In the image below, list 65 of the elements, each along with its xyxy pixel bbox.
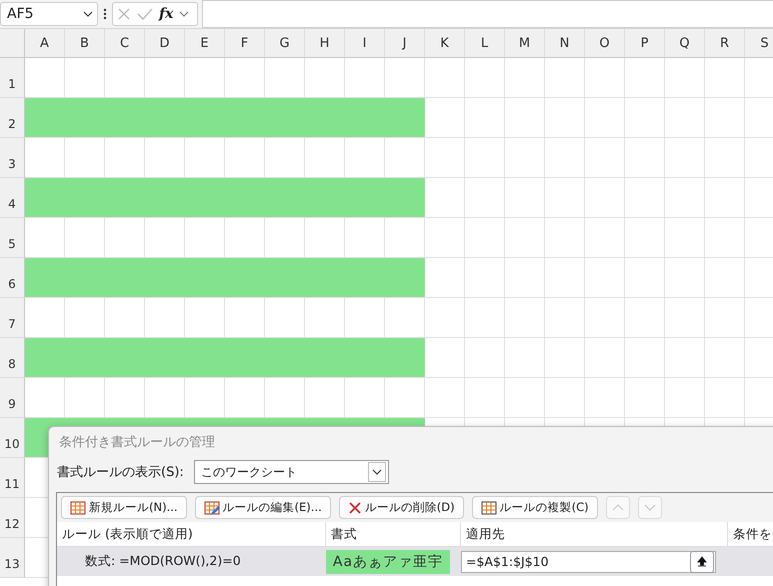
- column-header[interactable]: H: [305, 29, 345, 58]
- more-icon[interactable]: [102, 7, 108, 21]
- column-header[interactable]: Q: [665, 29, 705, 58]
- row-header[interactable]: 2: [0, 98, 25, 138]
- chevron-up-icon: [612, 504, 624, 511]
- column-header[interactable]: B: [65, 29, 105, 58]
- duplicate-rule-button[interactable]: ルールの複製(C): [472, 496, 598, 519]
- column-header[interactable]: F: [225, 29, 265, 58]
- row-header[interactable]: 7: [0, 298, 25, 338]
- row-header[interactable]: 8: [0, 338, 25, 378]
- applies-to-field[interactable]: =$A$1:$J$10: [461, 550, 716, 572]
- column-header[interactable]: C: [105, 29, 145, 58]
- column-header: 適用先: [461, 522, 728, 546]
- cancel-icon[interactable]: [117, 7, 131, 21]
- format-preview: Aaあぁアァ亜宇: [326, 550, 450, 574]
- select-all-corner[interactable]: [0, 29, 25, 58]
- collapse-button[interactable]: [690, 550, 714, 572]
- chevron-down-icon: [372, 469, 382, 475]
- column-header[interactable]: E: [185, 29, 225, 58]
- new-rule-button[interactable]: 新規ルール(N)...: [61, 496, 187, 519]
- row-header[interactable]: 6: [0, 258, 25, 298]
- table-icon: [70, 500, 86, 516]
- delete-rule-button[interactable]: ルールの削除(D): [338, 496, 464, 519]
- column-header[interactable]: P: [625, 29, 665, 58]
- column-header[interactable]: R: [705, 29, 745, 58]
- column-header[interactable]: J: [385, 29, 425, 58]
- table-icon: [480, 500, 497, 516]
- row-header[interactable]: 1: [0, 58, 25, 98]
- edit-rule-button[interactable]: ルールの編集(E)...: [194, 496, 331, 519]
- table-pencil-icon: [204, 500, 220, 516]
- column-header[interactable]: N: [545, 29, 585, 58]
- rule-row[interactable]: 数式: =MOD(ROW(),2)=0 Aaあぁアァ亜宇 =$A$1:$J$10: [57, 547, 773, 576]
- row-header[interactable]: 11: [0, 458, 25, 498]
- close-icon: [348, 500, 362, 514]
- name-box[interactable]: AF5: [0, 2, 98, 26]
- column-header[interactable]: G: [265, 29, 305, 58]
- column-header[interactable]: M: [505, 29, 545, 58]
- scope-dropdown[interactable]: このワークシート: [194, 460, 389, 484]
- row-header[interactable]: 10: [0, 418, 25, 458]
- column-header[interactable]: O: [585, 29, 625, 58]
- column-header[interactable]: D: [145, 29, 185, 58]
- column-header[interactable]: A: [25, 29, 65, 58]
- column-header[interactable]: K: [425, 29, 465, 58]
- show-rules-label: 書式ルールの表示(S):: [57, 464, 184, 481]
- row-header[interactable]: 5: [0, 218, 25, 258]
- column-header: 条件を: [728, 522, 773, 546]
- row-header[interactable]: 13: [0, 538, 25, 578]
- chevron-down-icon: [179, 11, 190, 17]
- arrow-up-icon: [697, 556, 707, 567]
- dialog-title: 条件付き書式ルールの管理: [59, 434, 215, 450]
- column-header: 書式: [326, 522, 461, 546]
- column-header: ルール (表示順で適用): [57, 522, 326, 546]
- insert-function-button[interactable]: fx: [159, 6, 174, 22]
- chevron-down-icon: [644, 504, 656, 511]
- column-header[interactable]: S: [745, 29, 773, 58]
- formula-field[interactable]: [202, 0, 773, 28]
- row-header[interactable]: 4: [0, 178, 25, 218]
- check-icon[interactable]: [137, 7, 153, 21]
- rule-text: 数式: =MOD(ROW(),2)=0: [84, 553, 242, 570]
- row-header[interactable]: 12: [0, 498, 25, 538]
- row-header[interactable]: 3: [0, 138, 25, 178]
- column-header[interactable]: I: [345, 29, 385, 58]
- chevron-down-icon: [83, 11, 93, 17]
- row-header[interactable]: 9: [0, 378, 25, 418]
- column-header[interactable]: L: [465, 29, 505, 58]
